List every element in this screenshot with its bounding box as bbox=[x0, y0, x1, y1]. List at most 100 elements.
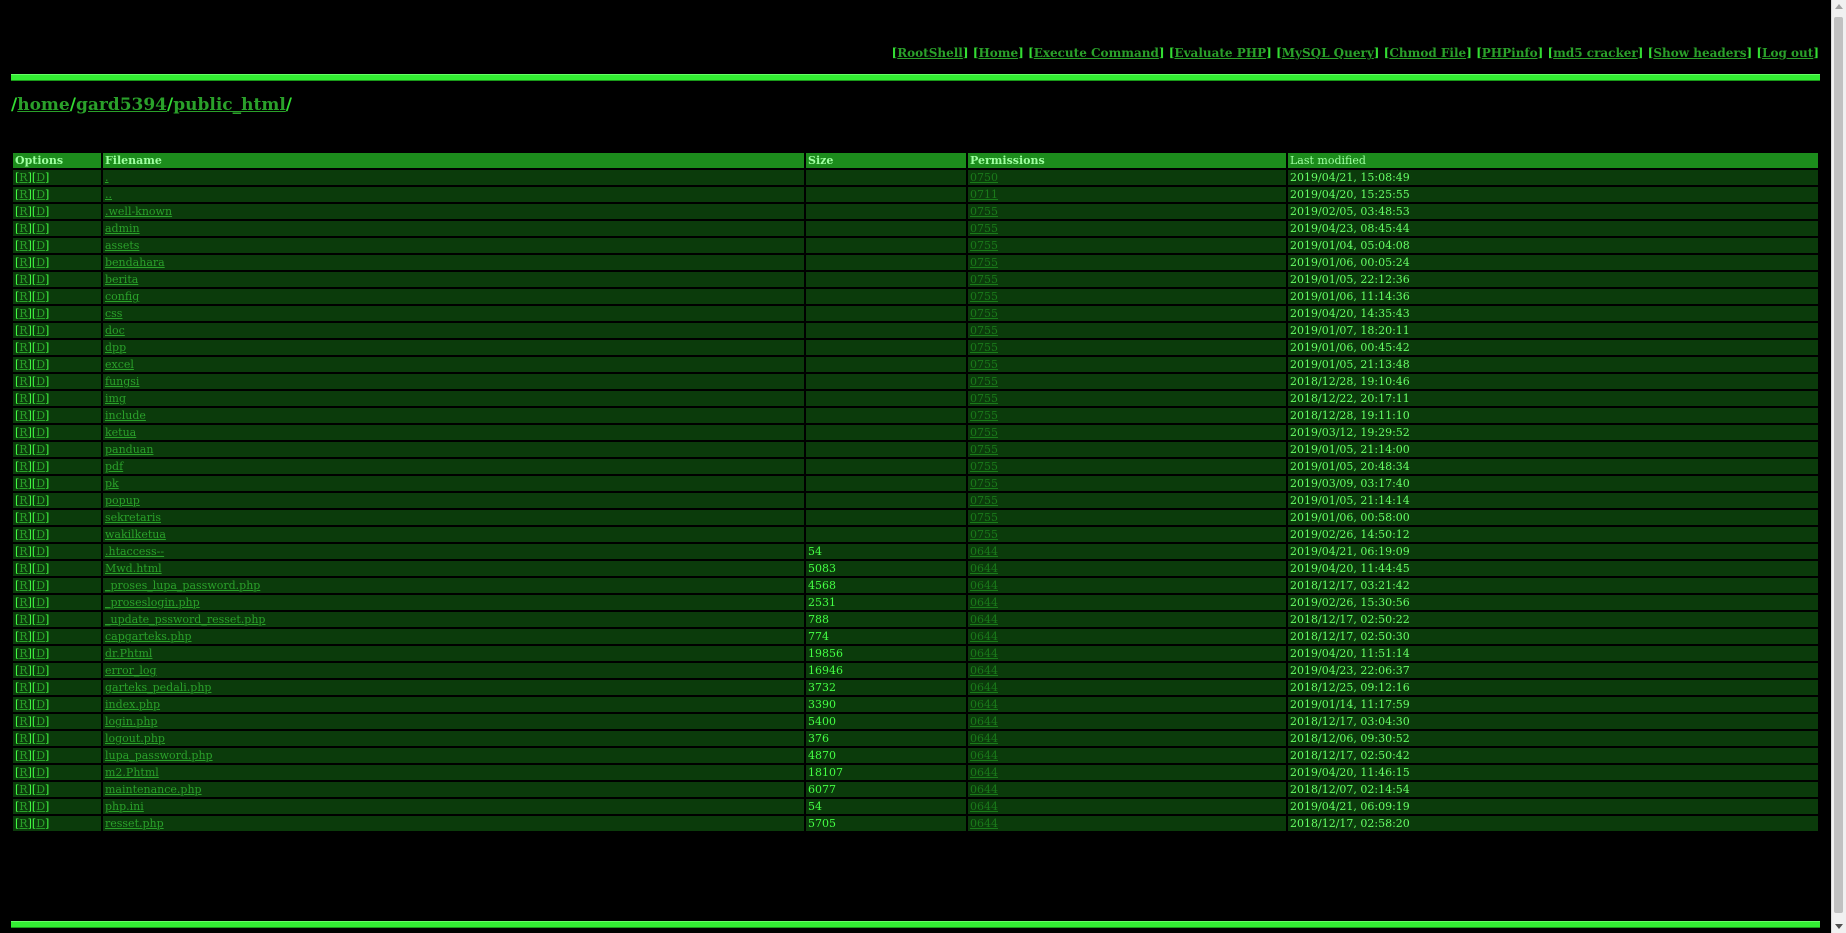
rename-link[interactable]: R bbox=[19, 494, 27, 507]
rename-link[interactable]: R bbox=[19, 171, 27, 184]
filename-link[interactable]: pk bbox=[105, 477, 119, 490]
rename-link[interactable]: R bbox=[19, 256, 27, 269]
rename-link[interactable]: R bbox=[19, 477, 27, 490]
rename-link[interactable]: R bbox=[19, 324, 27, 337]
permissions-link[interactable]: 0755 bbox=[970, 205, 998, 218]
filename-link[interactable]: panduan bbox=[105, 443, 153, 456]
delete-link[interactable]: D bbox=[36, 409, 45, 422]
scrollbar-thumb[interactable] bbox=[1834, 17, 1843, 913]
rename-link[interactable]: R bbox=[19, 290, 27, 303]
filename-link[interactable]: assets bbox=[105, 239, 139, 252]
rename-link[interactable]: R bbox=[19, 613, 27, 626]
vertical-scrollbar[interactable] bbox=[1831, 0, 1846, 933]
permissions-link[interactable]: 0711 bbox=[970, 188, 998, 201]
permissions-link[interactable]: 0755 bbox=[970, 358, 998, 371]
filename-link[interactable]: . bbox=[105, 171, 109, 184]
permissions-link[interactable]: 0755 bbox=[970, 273, 998, 286]
delete-link[interactable]: D bbox=[36, 426, 45, 439]
delete-link[interactable]: D bbox=[36, 307, 45, 320]
rename-link[interactable]: R bbox=[19, 460, 27, 473]
filename-link[interactable]: .well-known bbox=[105, 205, 172, 218]
permissions-link[interactable]: 0644 bbox=[970, 579, 998, 592]
permissions-link[interactable]: 0755 bbox=[970, 494, 998, 507]
delete-link[interactable]: D bbox=[36, 715, 45, 728]
nav-link-evaluate-php[interactable]: Evaluate PHP bbox=[1174, 46, 1266, 60]
permissions-link[interactable]: 0644 bbox=[970, 766, 998, 779]
rename-link[interactable]: R bbox=[19, 205, 27, 218]
filename-link[interactable]: bendahara bbox=[105, 256, 165, 269]
rename-link[interactable]: R bbox=[19, 664, 27, 677]
delete-link[interactable]: D bbox=[36, 273, 45, 286]
nav-link-execute-command[interactable]: Execute Command bbox=[1034, 46, 1159, 60]
delete-link[interactable]: D bbox=[36, 732, 45, 745]
rename-link[interactable]: R bbox=[19, 783, 27, 796]
delete-link[interactable]: D bbox=[36, 188, 45, 201]
filename-link[interactable]: popup bbox=[105, 494, 140, 507]
filename-link[interactable]: garteks_pedali.php bbox=[105, 681, 211, 694]
delete-link[interactable]: D bbox=[36, 749, 45, 762]
rename-link[interactable]: R bbox=[19, 715, 27, 728]
delete-link[interactable]: D bbox=[36, 562, 45, 575]
rename-link[interactable]: R bbox=[19, 511, 27, 524]
rename-link[interactable]: R bbox=[19, 800, 27, 813]
delete-link[interactable]: D bbox=[36, 290, 45, 303]
rename-link[interactable]: R bbox=[19, 392, 27, 405]
nav-link-chmod-file[interactable]: Chmod File bbox=[1389, 46, 1466, 60]
filename-link[interactable]: sekretaris bbox=[105, 511, 161, 524]
filename-link[interactable]: Mwd.html bbox=[105, 562, 162, 575]
delete-link[interactable]: D bbox=[36, 630, 45, 643]
delete-link[interactable]: D bbox=[36, 579, 45, 592]
nav-link-show-headers[interactable]: Show headers bbox=[1653, 46, 1746, 60]
filename-link[interactable]: img bbox=[105, 392, 126, 405]
rename-link[interactable]: R bbox=[19, 579, 27, 592]
rename-link[interactable]: R bbox=[19, 443, 27, 456]
delete-link[interactable]: D bbox=[36, 800, 45, 813]
rename-link[interactable]: R bbox=[19, 681, 27, 694]
rename-link[interactable]: R bbox=[19, 375, 27, 388]
permissions-link[interactable]: 0644 bbox=[970, 783, 998, 796]
filename-link[interactable]: admin bbox=[105, 222, 140, 235]
delete-link[interactable]: D bbox=[36, 324, 45, 337]
filename-link[interactable]: m2.Phtml bbox=[105, 766, 159, 779]
rename-link[interactable]: R bbox=[19, 630, 27, 643]
permissions-link[interactable]: 0644 bbox=[970, 664, 998, 677]
rename-link[interactable]: R bbox=[19, 222, 27, 235]
delete-link[interactable]: D bbox=[36, 171, 45, 184]
rename-link[interactable]: R bbox=[19, 817, 27, 830]
rename-link[interactable]: R bbox=[19, 732, 27, 745]
delete-link[interactable]: D bbox=[36, 358, 45, 371]
delete-link[interactable]: D bbox=[36, 766, 45, 779]
nav-link-log-out[interactable]: Log out bbox=[1762, 46, 1813, 60]
filename-link[interactable]: ketua bbox=[105, 426, 136, 439]
permissions-link[interactable]: 0755 bbox=[970, 307, 998, 320]
filename-link[interactable]: excel bbox=[105, 358, 134, 371]
permissions-link[interactable]: 0644 bbox=[970, 545, 998, 558]
rename-link[interactable]: R bbox=[19, 562, 27, 575]
permissions-link[interactable]: 0755 bbox=[970, 324, 998, 337]
permissions-link[interactable]: 0755 bbox=[970, 443, 998, 456]
delete-link[interactable]: D bbox=[36, 494, 45, 507]
rename-link[interactable]: R bbox=[19, 273, 27, 286]
filename-link[interactable]: doc bbox=[105, 324, 125, 337]
filename-link[interactable]: pdf bbox=[105, 460, 123, 473]
rename-link[interactable]: R bbox=[19, 766, 27, 779]
permissions-link[interactable]: 0644 bbox=[970, 749, 998, 762]
permissions-link[interactable]: 0644 bbox=[970, 800, 998, 813]
permissions-link[interactable]: 0644 bbox=[970, 647, 998, 660]
permissions-link[interactable]: 0644 bbox=[970, 681, 998, 694]
filename-link[interactable]: index.php bbox=[105, 698, 160, 711]
nav-link-rootshell[interactable]: RootShell bbox=[897, 46, 963, 60]
delete-link[interactable]: D bbox=[36, 596, 45, 609]
rename-link[interactable]: R bbox=[19, 188, 27, 201]
breadcrumb-link-0[interactable]: home bbox=[17, 95, 70, 115]
rename-link[interactable]: R bbox=[19, 239, 27, 252]
permissions-link[interactable]: 0644 bbox=[970, 698, 998, 711]
filename-link[interactable]: lupa_password.php bbox=[105, 749, 213, 762]
filename-link[interactable]: login.php bbox=[105, 715, 157, 728]
rename-link[interactable]: R bbox=[19, 426, 27, 439]
delete-link[interactable]: D bbox=[36, 783, 45, 796]
nav-link-phpinfo[interactable]: PHPinfo bbox=[1482, 46, 1538, 60]
rename-link[interactable]: R bbox=[19, 528, 27, 541]
permissions-link[interactable]: 0755 bbox=[970, 256, 998, 269]
permissions-link[interactable]: 0755 bbox=[970, 290, 998, 303]
